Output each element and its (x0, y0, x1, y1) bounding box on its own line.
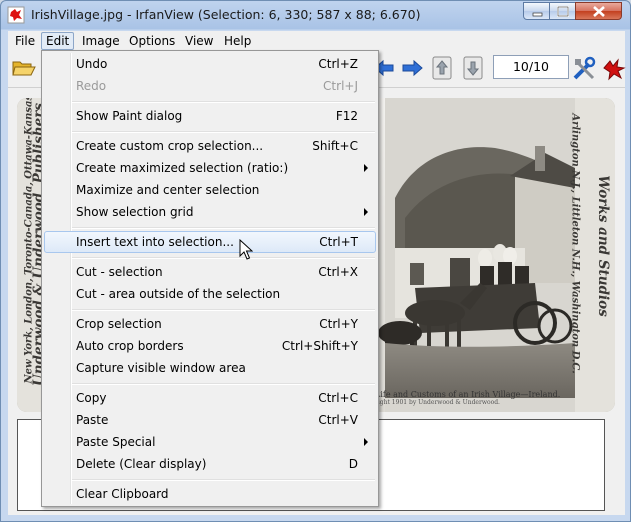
menu-show-paint-dialog-label: Show Paint dialog (76, 109, 183, 123)
menu-show-paint-dialog-shortcut: F12 (335, 109, 358, 123)
maximize-button[interactable] (549, 2, 576, 20)
app-window: IrishVillage.jpg - IrfanView (Selection:… (0, 0, 631, 522)
menu-maximized-selection-label: Create maximized selection (ratio:) (76, 161, 289, 175)
publisher-cities-text: New York, London, Toronto-Canada, Ottawa… (23, 98, 35, 384)
photo-copyright: right 1901 by Underwood & Underwood. (375, 399, 500, 406)
menu-undo-shortcut: Ctrl+Z (318, 57, 358, 71)
studios-cities-text: Arlington N.J., Littleton N.H., Washingt… (569, 113, 581, 374)
page-indicator: 10/10 (493, 55, 569, 79)
menu-undo-label: Undo (76, 57, 108, 71)
menu-insert-text-label: Insert text into selection... (76, 235, 234, 249)
menu-custom-crop-selection[interactable]: Create custom crop selection... Shift+C (44, 135, 376, 157)
menu-clear-clipboard[interactable]: Clear Clipboard (44, 483, 376, 505)
minimize-button[interactable] (523, 2, 550, 20)
menu-redo: Redo Ctrl+J (44, 75, 376, 97)
edit-menu-dropdown: Undo Ctrl+Z Redo Ctrl+J Show Paint dialo… (41, 50, 379, 507)
menu-separator (72, 131, 375, 133)
menu-options[interactable]: Options (125, 32, 179, 50)
forward-arrow-icon[interactable] (401, 59, 423, 77)
menu-insert-text-shortcut: Ctrl+T (319, 235, 358, 249)
menu-delete-clear-display[interactable]: Delete (Clear display) D (44, 453, 376, 475)
menu-delete-clear-display-shortcut: D (348, 457, 358, 471)
menu-undo[interactable]: Undo Ctrl+Z (44, 53, 376, 75)
menu-paste-label: Paste (76, 413, 109, 427)
mouse-cursor-icon (239, 239, 253, 260)
menu-clear-clipboard-label: Clear Clipboard (76, 487, 169, 501)
close-button[interactable] (575, 2, 622, 20)
menu-paste-special-label: Paste Special (76, 435, 156, 449)
menu-show-paint-dialog[interactable]: Show Paint dialog F12 (44, 105, 376, 127)
title-bar: IrishVillage.jpg - IrfanView (Selection:… (1, 1, 630, 30)
submenu-arrow-icon (364, 438, 368, 446)
menu-copy[interactable]: Copy Ctrl+C (44, 387, 376, 409)
menu-custom-crop-selection-shortcut: Shift+C (312, 139, 358, 153)
menu-separator (72, 479, 375, 481)
menu-maximize-center-selection-label: Maximize and center selection (76, 183, 260, 197)
menu-redo-label: Redo (76, 79, 107, 93)
photo-caption: Life and Customs of an Irish Village—Ire… (375, 390, 561, 399)
close-icon (593, 6, 605, 17)
window-title: IrishVillage.jpg - IrfanView (Selection:… (31, 7, 421, 22)
tools-icon[interactable] (571, 56, 597, 82)
open-folder-icon[interactable] (11, 57, 37, 79)
menu-capture-window-area-label: Capture visible window area (76, 361, 246, 375)
menu-maximized-selection[interactable]: Create maximized selection (ratio:) (44, 157, 376, 179)
menu-show-selection-grid[interactable]: Show selection grid (44, 201, 376, 223)
studios-text: Works and Studios (595, 175, 611, 317)
irfanview-app-icon[interactable] (7, 6, 25, 24)
menu-separator (72, 309, 375, 311)
menu-show-selection-grid-label: Show selection grid (76, 205, 194, 219)
menu-separator (72, 227, 375, 229)
menu-auto-crop-borders-shortcut: Ctrl+Shift+Y (281, 339, 358, 353)
menu-cut-selection-shortcut: Ctrl+X (318, 265, 358, 279)
submenu-arrow-icon (364, 164, 368, 172)
minimize-icon (532, 12, 543, 17)
menu-copy-shortcut: Ctrl+C (318, 391, 358, 405)
menu-paste[interactable]: Paste Ctrl+V (44, 409, 376, 431)
menu-help[interactable]: Help (220, 32, 255, 50)
menu-view[interactable]: View (181, 32, 217, 50)
submenu-arrow-icon (364, 208, 368, 216)
menu-cut-outside-selection-label: Cut - area outside of the selection (76, 287, 281, 301)
menu-redo-shortcut: Ctrl+J (323, 79, 358, 93)
menu-bar: File Edit Image Options View Help (8, 31, 625, 51)
menu-crop-selection-label: Crop selection (76, 317, 162, 331)
menu-separator (72, 101, 375, 103)
menu-crop-selection-shortcut: Ctrl+Y (319, 317, 358, 331)
menu-custom-crop-selection-label: Create custom crop selection... (76, 139, 264, 153)
right-card-border: Works and Studios Arlington N.J., Little… (570, 98, 615, 412)
menu-delete-clear-display-label: Delete (Clear display) (76, 457, 207, 471)
menu-auto-crop-borders[interactable]: Auto crop borders Ctrl+Shift+Y (44, 335, 376, 357)
menu-auto-crop-borders-label: Auto crop borders (76, 339, 184, 353)
menu-cut-selection[interactable]: Cut - selection Ctrl+X (44, 261, 376, 283)
menu-copy-label: Copy (76, 391, 107, 405)
menu-maximize-center-selection[interactable]: Maximize and center selection (44, 179, 376, 201)
maximize-icon (557, 6, 569, 17)
menu-insert-text[interactable]: Insert text into selection... Ctrl+T (44, 231, 376, 253)
menu-image[interactable]: Image (78, 32, 124, 50)
page-down-icon[interactable] (462, 56, 484, 80)
menu-crop-selection[interactable]: Crop selection Ctrl+Y (44, 313, 376, 335)
menu-paste-shortcut: Ctrl+V (318, 413, 358, 427)
menu-capture-window-area[interactable]: Capture visible window area (44, 357, 376, 379)
page-up-icon[interactable] (431, 56, 453, 80)
menu-separator (72, 257, 375, 259)
irfanview-logo-icon[interactable] (601, 56, 627, 82)
menu-cut-selection-label: Cut - selection (76, 265, 163, 279)
menu-cut-outside-selection[interactable]: Cut - area outside of the selection (44, 283, 376, 305)
menu-paste-special[interactable]: Paste Special (44, 431, 376, 453)
menu-separator (72, 383, 375, 385)
menu-file[interactable]: File (11, 32, 39, 50)
menu-edit[interactable]: Edit (41, 32, 75, 50)
